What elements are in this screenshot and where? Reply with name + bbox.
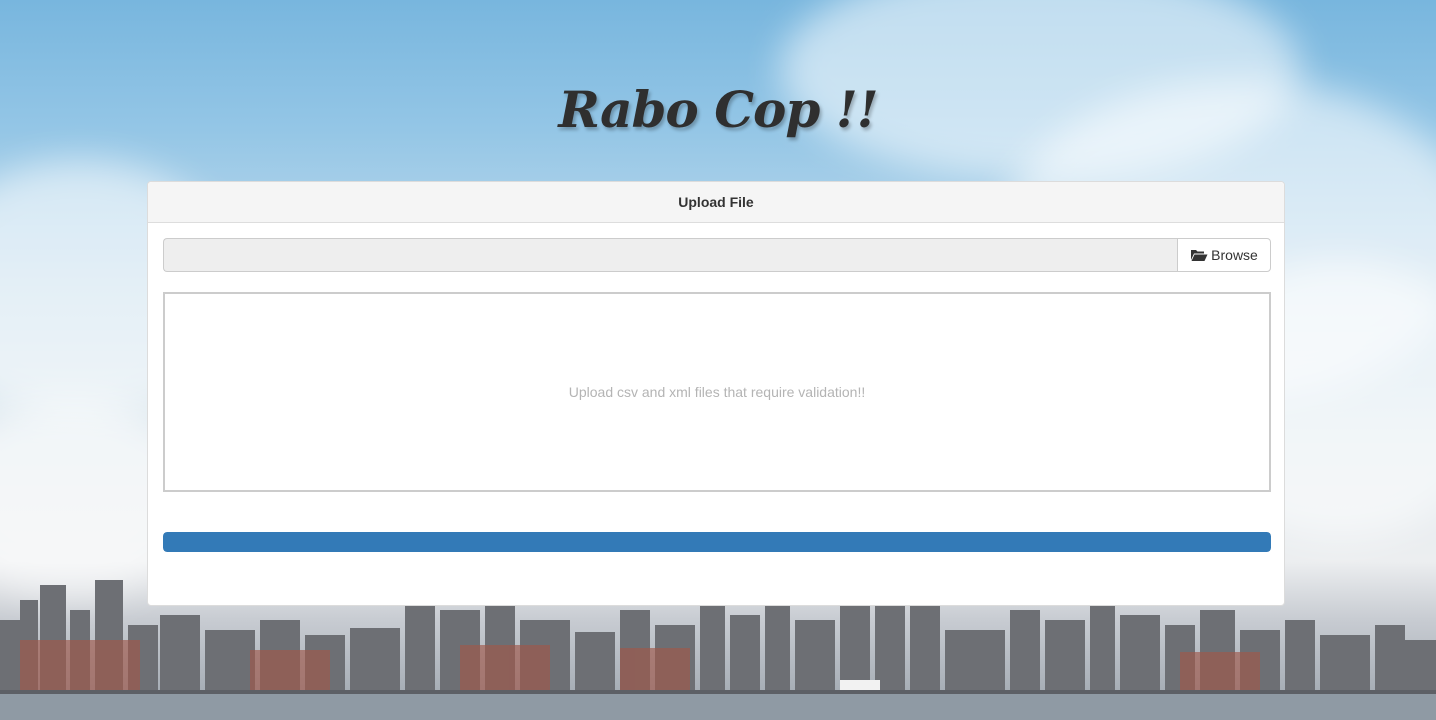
panel-heading: Upload File (148, 182, 1284, 223)
drop-zone-text: Upload csv and xml files that require va… (568, 384, 866, 400)
upload-progress-bar (163, 532, 1271, 552)
app-title: Rabo Cop !! (558, 80, 878, 139)
browse-button-label: Browse (1211, 247, 1258, 263)
folder-open-icon (1190, 248, 1208, 262)
file-path-input[interactable] (163, 238, 1177, 272)
file-input-group: Browse (163, 238, 1271, 272)
upload-progress (163, 532, 1271, 552)
file-drop-zone[interactable]: Upload csv and xml files that require va… (163, 292, 1271, 492)
upload-panel: Upload File Browse Upload csv and xml fi… (147, 181, 1285, 606)
browse-button[interactable]: Browse (1177, 238, 1271, 272)
